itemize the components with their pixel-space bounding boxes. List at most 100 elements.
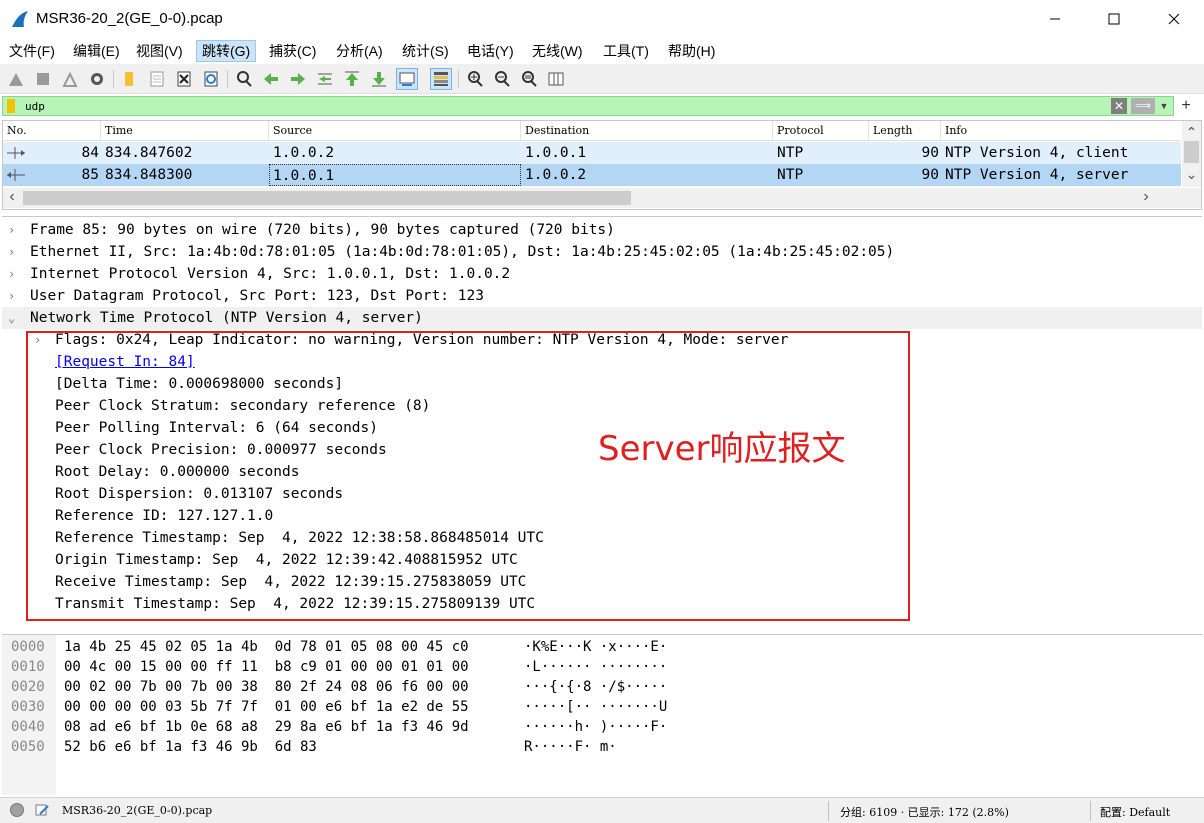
display-filter-input[interactable]: [25, 99, 1085, 113]
auto-scroll-button[interactable]: [396, 68, 418, 90]
column-header-time[interactable]: Time: [101, 121, 269, 141]
scroll-up-button[interactable]: ⌃: [1182, 121, 1201, 140]
column-header-length[interactable]: Length: [869, 121, 941, 141]
find-packet-button[interactable]: [233, 68, 255, 90]
chevron-right-icon[interactable]: ›: [8, 285, 20, 307]
byte-ascii-row[interactable]: ···{·{·8 ·/$·····: [524, 677, 667, 697]
last-packet-button[interactable]: [368, 68, 390, 90]
tree-item-reference-timestamp[interactable]: Reference Timestamp: Sep 4, 2022 12:38:5…: [2, 527, 1202, 549]
apply-filter-button[interactable]: ⟹: [1131, 98, 1155, 114]
menu-view[interactable]: 视图(V): [131, 40, 188, 62]
tree-item-transmit-timestamp[interactable]: Transmit Timestamp: Sep 4, 2022 12:39:15…: [2, 593, 1202, 615]
resize-columns-button[interactable]: [545, 68, 567, 90]
horizontal-scroll-thumb[interactable]: [23, 191, 631, 205]
byte-hex-row[interactable]: 08 ad e6 bf 1b 0e 68 a8 29 8a e6 bf 1a f…: [64, 717, 469, 737]
column-header-protocol[interactable]: Protocol: [773, 121, 869, 141]
byte-ascii-row[interactable]: ·····[·· ·······U: [524, 697, 667, 717]
tree-item-reference-id[interactable]: Reference ID: 127.127.1.0: [2, 505, 1202, 527]
menu-edit[interactable]: 编辑(E): [68, 40, 125, 62]
colorize-button[interactable]: [430, 68, 452, 90]
packet-list-vertical-scrollbar[interactable]: ⌃ ⌄: [1182, 121, 1201, 187]
expert-info-indicator[interactable]: [10, 803, 24, 817]
byte-hex-row[interactable]: 00 00 00 00 03 5b 7f 7f 01 00 e6 bf 1a e…: [64, 697, 469, 717]
restart-capture-button[interactable]: [59, 68, 81, 90]
tree-item-origin-timestamp[interactable]: Origin Timestamp: Sep 4, 2022 12:39:42.4…: [2, 549, 1202, 571]
packet-list-horizontal-scrollbar[interactable]: ‹ ›: [3, 188, 1201, 208]
column-header-no[interactable]: No.: [3, 121, 101, 141]
menu-capture[interactable]: 捕获(C): [264, 40, 321, 62]
clear-filter-button[interactable]: ✕: [1111, 98, 1127, 114]
tree-item-ntp[interactable]: ⌄ Network Time Protocol (NTP Version 4, …: [2, 307, 1202, 329]
tree-item-ethernet[interactable]: › Ethernet II, Src: 1a:4b:0d:78:01:05 (1…: [2, 241, 1202, 263]
toolbar-separator: [227, 70, 228, 88]
minimize-button[interactable]: [1026, 0, 1084, 38]
tree-item-request-in[interactable]: [Request In: 84]: [2, 351, 1202, 373]
tree-item-ntp-flags[interactable]: › Flags: 0x24, Leap Indicator: no warnin…: [2, 329, 1202, 351]
normal-size-button[interactable]: [518, 68, 540, 90]
status-profile[interactable]: 配置: Default: [1100, 804, 1170, 820]
chevron-right-icon[interactable]: ›: [8, 219, 20, 241]
menu-help[interactable]: 帮助(H): [663, 40, 720, 62]
zoom-out-button[interactable]: [491, 68, 513, 90]
byte-ascii-row[interactable]: ·L······ ········: [524, 657, 667, 677]
menu-tools[interactable]: 工具(T): [598, 40, 654, 62]
menu-statistics[interactable]: 统计(S): [397, 40, 454, 62]
byte-offset: 0000: [11, 639, 45, 655]
bookmark-icon[interactable]: [7, 99, 15, 113]
tree-item-udp[interactable]: › User Datagram Protocol, Src Port: 123,…: [2, 285, 1202, 307]
menu-file[interactable]: 文件(F): [4, 40, 60, 62]
close-button[interactable]: [1145, 0, 1203, 38]
packet-list-header: No. Time Source Destination Protocol Len…: [3, 121, 1181, 141]
capture-options-button[interactable]: [86, 68, 108, 90]
zoom-in-button[interactable]: [464, 68, 486, 90]
vertical-scroll-thumb[interactable]: [1184, 141, 1199, 163]
column-header-info[interactable]: Info: [941, 121, 1181, 141]
chevron-down-icon[interactable]: ⌄: [8, 307, 20, 329]
tree-item-stratum[interactable]: Peer Clock Stratum: secondary reference …: [2, 395, 1202, 417]
byte-hex-row[interactable]: 00 02 00 7b 00 7b 00 38 80 2f 24 08 06 f…: [64, 677, 469, 697]
go-back-button[interactable]: [260, 68, 282, 90]
byte-hex-row[interactable]: 52 b6 e6 bf 1a f3 46 9b 6d 83: [64, 737, 317, 757]
byte-ascii-row[interactable]: R·····F· m·: [524, 737, 617, 757]
byte-hex-row[interactable]: 1a 4b 25 45 02 05 1a 4b 0d 78 01 05 08 0…: [64, 637, 469, 657]
scroll-right-button[interactable]: ›: [1137, 188, 1155, 208]
menu-go[interactable]: 跳转(G): [196, 40, 257, 62]
edit-comment-icon[interactable]: [34, 802, 50, 818]
close-file-button[interactable]: [173, 68, 195, 90]
arrow-right-icon: [291, 73, 305, 85]
start-capture-button[interactable]: [5, 68, 27, 90]
packet-row[interactable]: 84 834.847602 1.0.0.2 1.0.0.1 NTP 90 NTP…: [3, 142, 1181, 164]
tree-item-ip[interactable]: › Internet Protocol Version 4, Src: 1.0.…: [2, 263, 1202, 285]
column-header-source[interactable]: Source: [269, 121, 521, 141]
add-filter-button[interactable]: +: [1176, 96, 1196, 116]
menu-telephony[interactable]: 电话(Y): [462, 40, 519, 62]
byte-hex-row[interactable]: 00 4c 00 15 00 00 ff 11 b8 c9 01 00 00 0…: [64, 657, 469, 677]
menu-wireless[interactable]: 无线(W): [527, 40, 588, 62]
maximize-button[interactable]: [1085, 0, 1143, 38]
byte-ascii-row[interactable]: ······h· )·····F·: [524, 717, 667, 737]
go-forward-button[interactable]: [287, 68, 309, 90]
chevron-right-icon[interactable]: ›: [34, 329, 46, 351]
menu-bar: 文件(F) 编辑(E) 视图(V) 跳转(G) 捕获(C) 分析(A) 统计(S…: [0, 38, 1204, 64]
scroll-down-button[interactable]: ⌄: [1182, 167, 1201, 185]
tree-item-frame[interactable]: › Frame 85: 90 bytes on wire (720 bits),…: [2, 219, 1202, 241]
chevron-right-icon[interactable]: ›: [8, 263, 20, 285]
tree-item-delta-time[interactable]: [Delta Time: 0.000698000 seconds]: [2, 373, 1202, 395]
scroll-left-button[interactable]: ‹: [3, 188, 21, 208]
tree-item-receive-timestamp[interactable]: Receive Timestamp: Sep 4, 2022 12:39:15.…: [2, 571, 1202, 593]
filter-history-dropdown[interactable]: ▼: [1157, 98, 1171, 114]
tree-item-root-dispersion[interactable]: Root Dispersion: 0.013107 seconds: [2, 483, 1202, 505]
chevron-right-icon[interactable]: ›: [8, 241, 20, 263]
request-in-link[interactable]: [Request In: 84]: [55, 351, 195, 373]
menu-analyze[interactable]: 分析(A): [331, 40, 388, 62]
stop-capture-button[interactable]: [32, 68, 54, 90]
reload-file-button[interactable]: [200, 68, 222, 90]
file-icon: [150, 71, 164, 87]
first-packet-button[interactable]: [341, 68, 363, 90]
open-file-button[interactable]: [119, 68, 141, 90]
byte-ascii-row[interactable]: ·K%E···K ·x····E·: [524, 637, 667, 657]
go-to-packet-button[interactable]: [314, 68, 336, 90]
packet-row-selected[interactable]: 85 834.848300 1.0.0.1 1.0.0.2 NTP 90 NTP…: [3, 164, 1181, 186]
save-file-button[interactable]: [146, 68, 168, 90]
column-header-destination[interactable]: Destination: [521, 121, 773, 141]
